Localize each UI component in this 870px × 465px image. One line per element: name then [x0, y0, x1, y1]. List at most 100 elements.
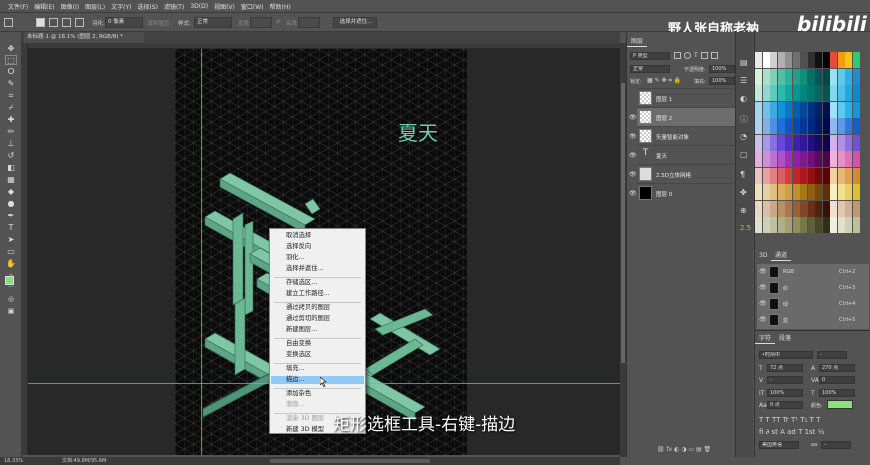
color-swatch[interactable]: [807, 101, 815, 118]
context-menu-item[interactable]: 自由变换: [286, 340, 311, 348]
color-swatch[interactable]: [792, 184, 800, 200]
color-swatch[interactable]: [770, 200, 777, 217]
layer-visibility-eye-icon[interactable]: 👁: [629, 152, 637, 159]
menu-item-9[interactable]: 窗口(W): [241, 2, 264, 11]
brush-settings-icon[interactable]: ✤: [740, 188, 747, 197]
add-selection-icon[interactable]: [49, 18, 58, 27]
context-menu-item[interactable]: 变换选区: [286, 351, 311, 359]
pen-tool-icon[interactable]: ✒: [5, 211, 17, 221]
properties-icon[interactable]: ☰: [740, 76, 747, 85]
feather-input[interactable]: 0 像素: [105, 17, 143, 28]
color-swatch[interactable]: [762, 167, 770, 184]
type-tool-icon[interactable]: T: [5, 223, 17, 233]
horizontal-scrollbar-thumb[interactable]: [270, 459, 430, 463]
color-swatch[interactable]: [777, 85, 785, 101]
color-swatch[interactable]: [807, 217, 815, 233]
color-swatch[interactable]: [845, 101, 852, 118]
color-swatch[interactable]: [815, 134, 822, 151]
color-swatch[interactable]: [822, 52, 830, 68]
color-swatch[interactable]: [845, 167, 852, 184]
type-filter-icon[interactable]: T: [694, 52, 698, 60]
color-swatch[interactable]: [830, 184, 837, 200]
color-swatch[interactable]: [837, 101, 845, 118]
hand-tool-icon[interactable]: ✋: [5, 259, 17, 269]
color-swatch[interactable]: [800, 68, 807, 85]
color-swatch[interactable]: [815, 200, 822, 217]
color-swatch[interactable]: [830, 101, 837, 118]
color-swatch[interactable]: [807, 52, 815, 68]
color-swatch[interactable]: [837, 134, 845, 151]
color-swatch[interactable]: [852, 151, 860, 167]
text-color-swatch[interactable]: [827, 400, 853, 409]
shape-tool-icon[interactable]: ▭: [5, 247, 17, 257]
color-swatch[interactable]: [785, 68, 792, 85]
color-swatch[interactable]: [755, 184, 762, 200]
color-swatch[interactable]: [815, 68, 822, 85]
color-swatch[interactable]: [852, 167, 860, 184]
color-swatch[interactable]: [845, 68, 852, 85]
move-tool-icon[interactable]: ✥: [5, 44, 17, 54]
swatches-panel[interactable]: [755, 52, 861, 237]
opacity-input[interactable]: 100%: [709, 65, 735, 73]
color-swatch[interactable]: [785, 184, 792, 200]
color-swatch[interactable]: [807, 118, 815, 134]
color-swatch[interactable]: [792, 200, 800, 217]
color-swatch[interactable]: [792, 85, 800, 101]
shape-filter-icon[interactable]: [700, 52, 708, 59]
color-swatch[interactable]: [755, 167, 762, 184]
language-select[interactable]: 美国英语: [759, 441, 799, 449]
select-and-mask-button[interactable]: 选择并遮住...: [333, 17, 377, 28]
color-swatch[interactable]: [815, 167, 822, 184]
color-swatch[interactable]: [830, 151, 837, 167]
context-menu-item[interactable]: 描边...: [271, 376, 364, 384]
color-swatch[interactable]: [777, 217, 785, 233]
color-swatch[interactable]: [785, 200, 792, 217]
color-swatch[interactable]: [770, 167, 777, 184]
color-swatch[interactable]: [815, 184, 822, 200]
color-swatch[interactable]: [815, 52, 822, 68]
color-swatch[interactable]: [777, 200, 785, 217]
color-swatch[interactable]: [852, 52, 860, 68]
color-swatch[interactable]: [792, 52, 800, 68]
document-info[interactable]: 文档:49.8M/95.6M: [62, 457, 106, 465]
color-swatch[interactable]: [807, 184, 815, 200]
color-swatch[interactable]: [777, 52, 785, 68]
color-swatch[interactable]: [770, 68, 777, 85]
menu-item-8[interactable]: 视图(V): [214, 2, 235, 11]
context-menu-item[interactable]: 选择并遮住...: [286, 265, 324, 273]
color-swatch[interactable]: [762, 184, 770, 200]
menu-item-2[interactable]: 图像(I): [61, 2, 79, 11]
color-swatch[interactable]: [800, 118, 807, 134]
menu-item-7[interactable]: 3D(D): [190, 3, 208, 10]
menu-item-3[interactable]: 图层(L): [85, 2, 105, 11]
color-swatch[interactable]: [762, 134, 770, 151]
color-swatch[interactable]: [770, 118, 777, 134]
color-swatch[interactable]: [755, 118, 762, 134]
crop-tool-icon[interactable]: ⌗: [5, 91, 17, 101]
lasso-tool-icon[interactable]: ⵔ: [5, 67, 17, 77]
color-swatch[interactable]: [845, 134, 852, 151]
color-swatch[interactable]: [815, 217, 822, 233]
context-menu-item[interactable]: 通过剪切的图层: [286, 315, 330, 323]
color-swatch[interactable]: [830, 134, 837, 151]
layer-visibility-eye-icon[interactable]: 👁: [629, 133, 637, 140]
zoom-level[interactable]: 18.33%: [4, 457, 23, 465]
quick-mask-icon[interactable]: ◎: [5, 294, 17, 304]
color-swatch[interactable]: [785, 118, 792, 134]
color-swatch[interactable]: [785, 52, 792, 68]
color-swatch[interactable]: [822, 200, 830, 217]
context-menu-item[interactable]: 选择反向: [286, 243, 311, 251]
color-swatch[interactable]: [822, 151, 830, 167]
color-swatch[interactable]: [830, 217, 837, 233]
color-swatch[interactable]: [822, 217, 830, 233]
color-swatch[interactable]: [815, 118, 822, 134]
layer-row[interactable]: 👁 矢量智能对象: [629, 126, 742, 145]
color-swatch[interactable]: [792, 167, 800, 184]
scrollbar-thumb[interactable]: [621, 83, 625, 363]
color-swatch[interactable]: [837, 184, 845, 200]
lock-icons[interactable]: ▦ ✎ ✥ ⌗ 🔒: [647, 77, 681, 85]
color-swatch[interactable]: [837, 118, 845, 134]
context-menu-item[interactable]: 存储选区...: [286, 279, 317, 287]
leading-input[interactable]: 270 点: [819, 364, 855, 372]
clone-source-icon[interactable]: ⊕: [740, 206, 747, 215]
